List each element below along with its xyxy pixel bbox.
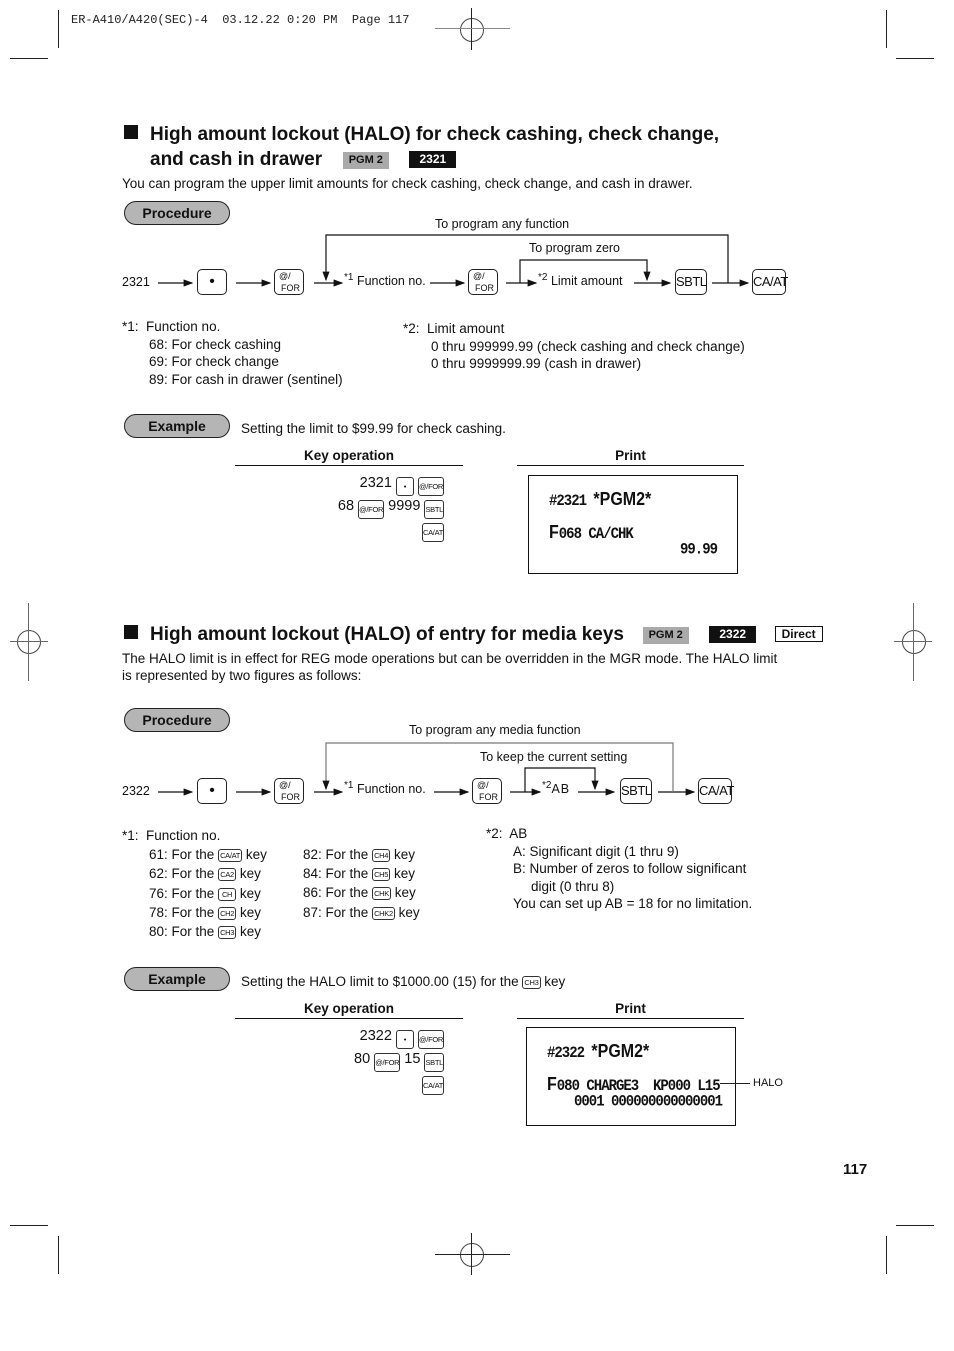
at-for-key: @/FOR — [274, 778, 304, 804]
halo-callout-label: HALO — [753, 1077, 783, 1089]
key-operation-header: Key operation — [235, 1001, 463, 1019]
flow-step-ab: *2AB — [542, 780, 571, 796]
key-operation-sequence: 2322 • @/FOR 80 @/FOR 15 SBTL CA/AT — [354, 1026, 444, 1095]
print-header: Print — [517, 1001, 744, 1019]
page-number: 117 — [843, 1161, 868, 1178]
ca-at-key: CA/AT — [698, 778, 734, 804]
decimal-point-key: • — [197, 778, 227, 804]
flow-skip-label: To keep the current setting — [480, 750, 628, 764]
sbtl-key: SBTL — [620, 778, 652, 804]
flow-start-code: 2322 — [122, 784, 150, 798]
at-for-key: @/FOR — [472, 778, 502, 804]
note-ab: *2: AB A: Significant digit (1 thru 9) B… — [486, 826, 753, 911]
receipt-printout: #2322 *PGM2* F080 CHARGE3 KP000 L15 0001… — [526, 1027, 736, 1126]
flow-loop-label: To program any media function — [409, 723, 581, 737]
note-function-no: *1: Function no. 61: For the CA/AT key 6… — [122, 828, 267, 940]
note-function-no-right: 82: For the CH4 key 84: For the CH5 key … — [303, 847, 420, 920]
example-label: Example — [124, 967, 230, 991]
halo-callout-line — [720, 1083, 750, 1084]
flow-step-function-no: *1 Function no. — [344, 780, 426, 796]
example-description: Setting the HALO limit to $1000.00 (15) … — [241, 974, 566, 989]
procedure-flow-diagram-2 — [158, 742, 696, 796]
